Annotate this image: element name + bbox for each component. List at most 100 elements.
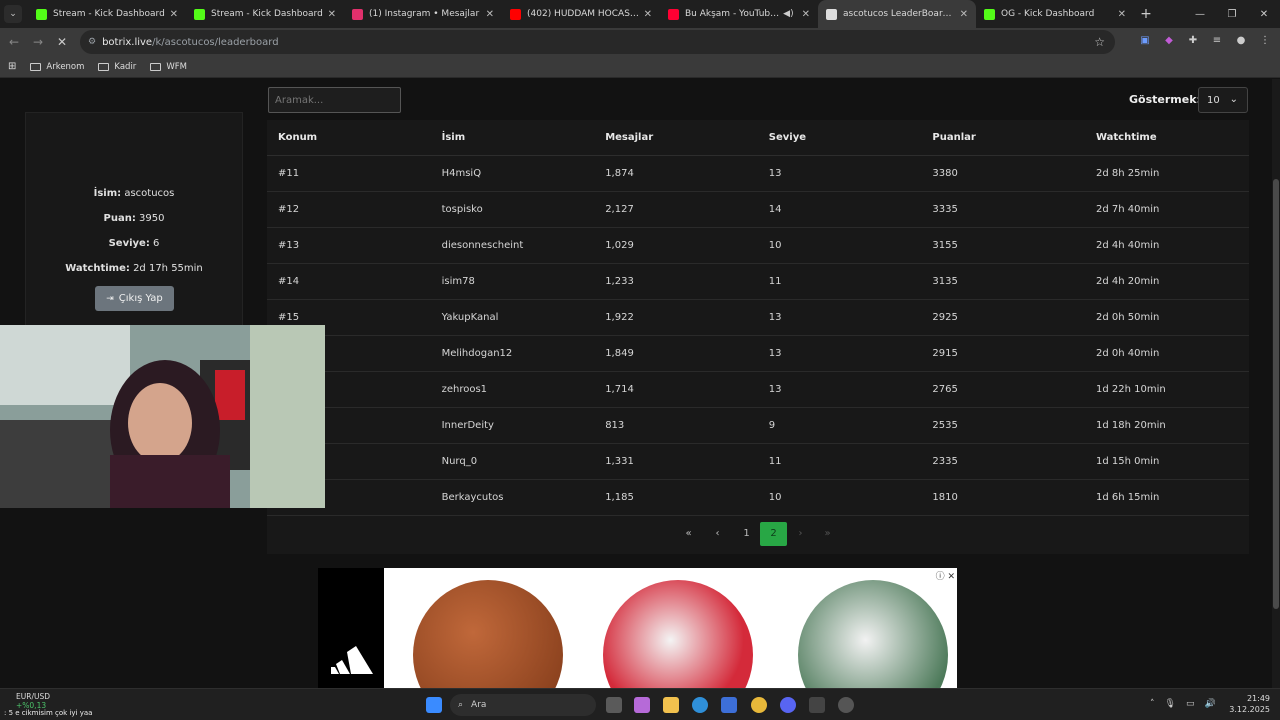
table-row: #14 isim78 1,233 11 3135 2d 4h 20min (267, 264, 1249, 300)
table-cell: 13 (768, 348, 782, 359)
media-control-icon[interactable]: ≡ (1210, 33, 1224, 47)
close-window-icon[interactable]: ✕ (1248, 0, 1280, 28)
file-explorer-icon[interactable] (663, 697, 679, 713)
bookmark-arkenom[interactable]: Arkenom (30, 62, 84, 72)
table-cell: 1,185 (605, 492, 634, 503)
tab-6[interactable]: OG - Kick Dashboard ✕ (976, 0, 1134, 28)
tab-4[interactable]: Bu Akşam - YouTube Music◀) ✕ (660, 0, 818, 28)
restore-icon[interactable]: ❐ (1216, 0, 1248, 28)
table-cell: Nurq_0 (441, 456, 478, 467)
table-cell: 2335 (932, 456, 958, 467)
table-cell: 2925 (932, 312, 958, 323)
tab-3[interactable]: (402) HÜDDAM HOCASI EN PO ✕ (502, 0, 660, 28)
bookmark-wfm[interactable]: WFM (150, 62, 187, 72)
clock-date: 3.12.2025 (1229, 705, 1270, 714)
football-green-image (798, 580, 948, 688)
prev-page-button[interactable]: ‹ (704, 522, 731, 546)
url-path: /k/ascotucos/leaderboard (152, 36, 279, 48)
start-icon[interactable] (426, 697, 442, 713)
copilot-icon[interactable] (634, 697, 650, 713)
tab-2[interactable]: (1) Instagram • Mesajlar ✕ (344, 0, 502, 28)
table-cell: 3380 (932, 168, 958, 179)
table-cell: diesonnescheint (441, 240, 524, 251)
advertisement[interactable]: ⓘ ✕ (318, 568, 957, 688)
tray-chevron-icon[interactable]: ˄ (1150, 699, 1155, 709)
chrome-icon[interactable] (751, 697, 767, 713)
minimize-icon[interactable]: — (1184, 0, 1216, 28)
ad-close-icon[interactable]: ⓘ ✕ (936, 569, 955, 582)
first-page-button[interactable]: « (675, 522, 702, 546)
profile-name-row: İsim: ascotucos (26, 188, 242, 199)
microphone-icon[interactable]: 🎙 (1165, 699, 1176, 709)
column-header[interactable]: Mesajlar (594, 132, 758, 143)
menu-dots-icon[interactable]: ⋮ (1258, 33, 1272, 47)
store-icon[interactable] (721, 697, 737, 713)
forward-icon[interactable]: → (26, 35, 50, 49)
puzzle-icon[interactable]: ✚ (1186, 33, 1200, 47)
kick-app-icon[interactable] (809, 697, 825, 713)
page-size-select[interactable]: 10 ⌄ (1198, 87, 1248, 113)
tab-strip: ⌄ Stream - Kick Dashboard ✕ Stream - Kick … (0, 0, 1280, 28)
table-cell: 1,029 (605, 240, 634, 251)
tab-5[interactable]: ascotucos LeaderBoard | The b ✕ (818, 0, 976, 28)
address-bar[interactable]: ⚙ botrix.live/k/ascotucos/leaderboard ☆ (80, 30, 1115, 54)
tab-1[interactable]: Stream - Kick Dashboard ✕ (186, 0, 344, 28)
stock-widget[interactable]: EUR/USD +%0,13 (16, 692, 50, 710)
last-page-button[interactable]: » (814, 522, 841, 546)
site-info-icon[interactable]: ⚙ (88, 37, 96, 47)
obs-icon[interactable] (838, 697, 854, 713)
discord-icon[interactable] (780, 697, 796, 713)
bookmark-star-icon[interactable]: ☆ (1094, 35, 1105, 49)
close-tab-icon[interactable]: ✕ (486, 9, 494, 20)
toolbar: ← → ✕ ⚙ botrix.live/k/ascotucos/leaderbo… (0, 28, 1280, 56)
tab-title: (1) Instagram • Mesajlar (369, 9, 480, 19)
table-row: Nurq_0 1,331 11 2335 1d 15h 0min (267, 444, 1249, 480)
search-input[interactable] (268, 87, 401, 113)
tab-title: Stream - Kick Dashboard (53, 9, 165, 19)
scrollbar-thumb[interactable] (1273, 179, 1279, 609)
table-row: zehroos1 1,714 13 2765 1d 22h 10min (267, 372, 1249, 408)
clock[interactable]: 21:49 3.12.2025 (1229, 693, 1270, 715)
tab-title: Stream - Kick Dashboard (211, 9, 323, 19)
speaker-icon[interactable]: ◀) (783, 9, 793, 19)
new-tab-button[interactable]: + (1134, 6, 1158, 22)
basketball-image (413, 580, 563, 688)
volume-icon[interactable]: 🔊 (1204, 699, 1215, 709)
table-cell: 1,331 (605, 456, 634, 467)
column-header[interactable]: Puanlar (921, 132, 1085, 143)
table-cell: Berkaycutos (441, 492, 504, 503)
apps-grid-icon[interactable]: ⊞ (8, 61, 16, 72)
page-1-button[interactable]: 1 (733, 522, 760, 546)
column-header[interactable]: Watchtime (1085, 132, 1249, 143)
table-cell: #13 (278, 240, 300, 251)
next-page-button[interactable]: › (787, 522, 814, 546)
table-cell: 13 (768, 168, 782, 179)
close-tab-icon[interactable]: ✕ (960, 9, 968, 20)
bookmark-kadir[interactable]: Kadir (98, 62, 136, 72)
page-scrollbar[interactable] (1272, 79, 1280, 688)
edge-icon[interactable] (692, 697, 708, 713)
table-cell: #12 (278, 204, 300, 215)
logout-button[interactable]: ⇥ Çıkış Yap (95, 286, 174, 311)
taskbar-search[interactable]: ⌕ Ara (450, 694, 596, 716)
stop-loading-icon[interactable]: ✕ (50, 35, 74, 49)
column-header[interactable]: İsim (431, 132, 595, 143)
back-icon[interactable]: ← (2, 35, 26, 49)
page-2-button[interactable]: 2 (760, 521, 787, 546)
close-tab-icon[interactable]: ✕ (802, 9, 810, 20)
close-tab-icon[interactable]: ✕ (644, 9, 652, 20)
translate-icon[interactable]: ▣ (1138, 33, 1152, 47)
extension-icon[interactable]: ◆ (1162, 33, 1176, 47)
column-header[interactable]: Konum (267, 132, 431, 143)
profile-avatar-icon[interactable]: ● (1234, 33, 1248, 47)
close-tab-icon[interactable]: ✕ (170, 9, 178, 20)
table-row: #15 YakupKanal 1,922 13 2925 2d 0h 50min (267, 300, 1249, 336)
display-icon[interactable]: ▭ (1186, 699, 1195, 709)
task-view-icon[interactable] (606, 697, 622, 713)
close-tab-icon[interactable]: ✕ (1118, 9, 1126, 20)
tab-search-menu-icon[interactable]: ⌄ (4, 5, 22, 23)
tab-0[interactable]: Stream - Kick Dashboard ✕ (28, 0, 186, 28)
column-header[interactable]: Seviye (758, 132, 922, 143)
close-tab-icon[interactable]: ✕ (328, 9, 336, 20)
url-domain: botrix.live (102, 36, 153, 48)
